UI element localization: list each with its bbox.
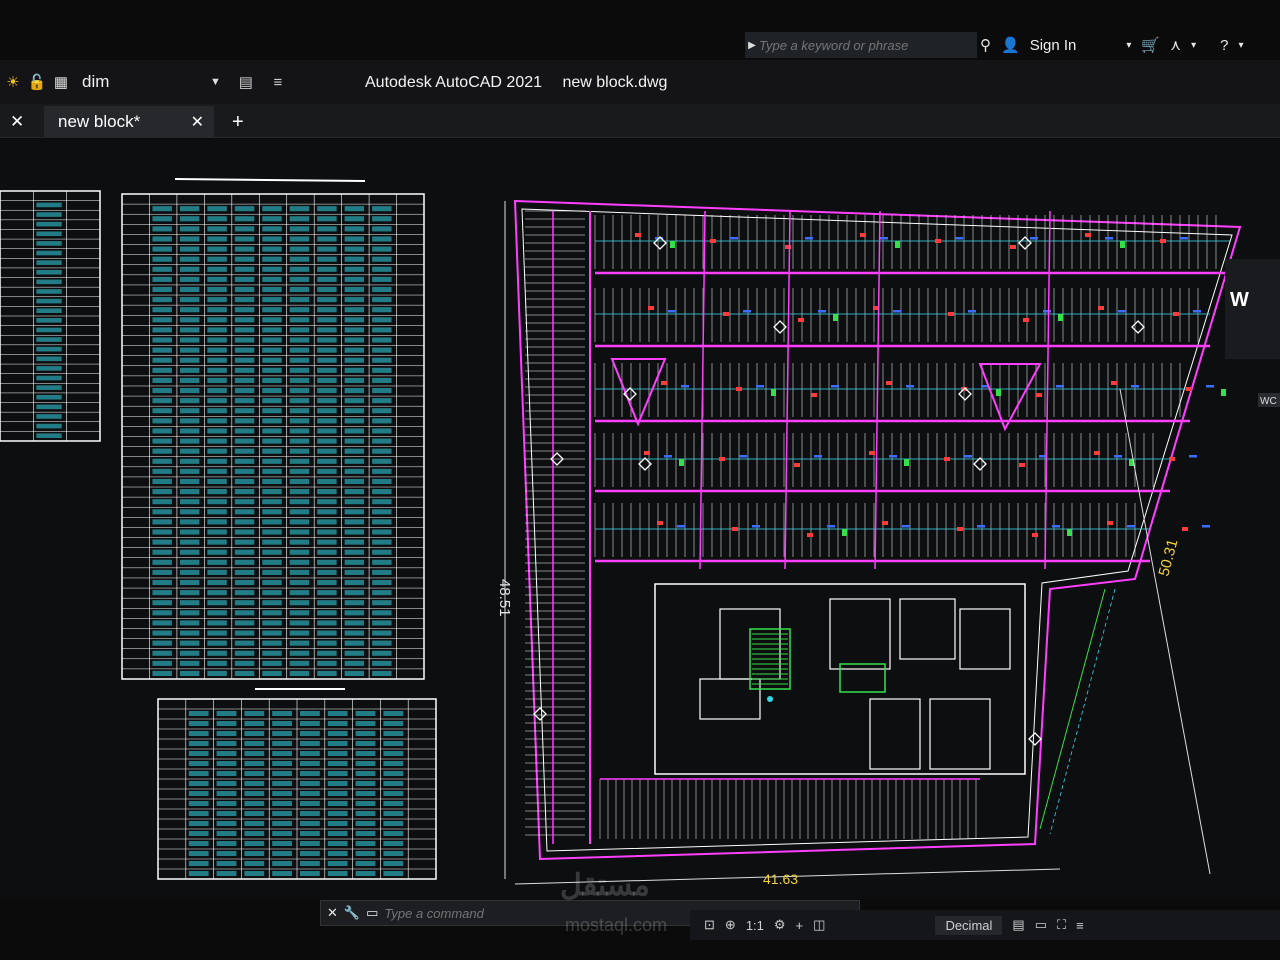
dimension-lines: 48.51 50.31 41.63 bbox=[496, 201, 1211, 887]
properties-icon[interactable]: ▤ bbox=[1012, 917, 1024, 933]
quick-access-toolbar: ☀ 🔓 ▦ dim ▼ ▤ ≡ bbox=[0, 72, 287, 92]
window-title: Autodesk AutoCAD 2021 new block.dwg bbox=[365, 74, 683, 92]
watermark-url: mostaql.com bbox=[565, 915, 668, 935]
units-selector[interactable]: Decimal bbox=[935, 915, 1003, 935]
close-icon[interactable]: ✕ bbox=[10, 106, 24, 138]
column-line bbox=[784, 210, 791, 570]
column-marker bbox=[1028, 732, 1042, 746]
view-cube[interactable]: W WC bbox=[1225, 259, 1280, 407]
staircase bbox=[749, 628, 791, 690]
search-expand-icon[interactable]: ▶ bbox=[745, 40, 759, 51]
parking-row bbox=[594, 288, 1210, 348]
file-name: new block.dwg bbox=[562, 74, 668, 91]
add-icon[interactable]: + bbox=[796, 918, 804, 933]
status-bar: ⊡ ⊕ 1:1 ⚙ + ◫ Decimal ▤ ▭ ⛶ ≡ bbox=[690, 910, 1280, 940]
help-icon[interactable]: ? bbox=[1220, 37, 1228, 54]
setback-line bbox=[1049, 588, 1116, 835]
column-marker bbox=[1131, 320, 1145, 334]
drawing-canvas[interactable]: 48.51 50.31 41.63 W WC bbox=[0, 139, 1280, 899]
drawing-area[interactable]: 48.51 50.31 41.63 W WC bbox=[0, 139, 1280, 899]
app-name: Autodesk AutoCAD 2021 bbox=[365, 74, 543, 91]
add-tab-button[interactable]: + bbox=[232, 106, 244, 138]
right-toolbar: ⚲ 👤 Sign In ▾ 🛒 ⋏ ▾ ? ▾ bbox=[980, 36, 1244, 55]
table-title-underline bbox=[174, 178, 366, 182]
fullscreen-icon[interactable]: ⛶ bbox=[1057, 917, 1066, 933]
cart-icon[interactable]: 🛒 bbox=[1141, 36, 1160, 54]
model-space-icon[interactable]: ⊡ bbox=[704, 917, 715, 933]
dimension-bottom: 41.63 bbox=[763, 871, 798, 887]
tab-new-block[interactable]: new block* ✕ bbox=[44, 106, 214, 138]
layer-icon: ▦ bbox=[53, 74, 69, 91]
command-recent-icon[interactable]: ▭ bbox=[366, 905, 378, 921]
customize-icon[interactable]: ≡ bbox=[1076, 918, 1084, 933]
column-marker bbox=[533, 707, 547, 721]
search-icon[interactable]: ⚲ bbox=[980, 36, 991, 54]
dimension-right: 50.31 bbox=[1155, 537, 1181, 578]
workspace-name[interactable]: dim bbox=[82, 72, 202, 92]
wrench-icon[interactable]: 🔧 bbox=[344, 905, 360, 921]
dimension-left: 48.51 bbox=[496, 579, 513, 617]
customize-toolbar-icon[interactable]: ≡ bbox=[269, 73, 287, 91]
workspace-dropdown-icon[interactable]: ▼ bbox=[210, 76, 221, 88]
monitor-icon[interactable]: ▭ bbox=[1035, 917, 1047, 933]
ramp bbox=[610, 358, 667, 427]
parking-row bbox=[594, 433, 1197, 493]
parking-strip-bottom bbox=[599, 778, 980, 839]
ramp bbox=[978, 363, 1042, 432]
parking-row bbox=[594, 503, 1210, 563]
plan-outline bbox=[513, 199, 1242, 861]
keyword-search[interactable]: ▶ bbox=[745, 32, 977, 58]
plan-inner-outline bbox=[521, 208, 1233, 852]
file-tabs: ✕ new block* ✕ + bbox=[0, 104, 1280, 138]
site-boundary-line bbox=[1039, 588, 1106, 830]
search-input[interactable] bbox=[759, 37, 969, 53]
close-tab-icon[interactable]: ✕ bbox=[191, 112, 204, 132]
view-cube-label: W bbox=[1230, 289, 1249, 311]
autodesk-app-icon[interactable]: ⋏ bbox=[1170, 36, 1181, 54]
dropdown-icon[interactable]: ▾ bbox=[1191, 40, 1196, 51]
schedule-table-main bbox=[121, 193, 425, 680]
dropdown-icon[interactable]: ▾ bbox=[1126, 40, 1131, 51]
calculator-icon[interactable]: ▤ bbox=[237, 73, 255, 91]
building-core bbox=[654, 583, 1026, 775]
schedule-table-left bbox=[0, 190, 101, 442]
column-line bbox=[699, 210, 706, 570]
sign-in-link[interactable]: Sign In bbox=[1030, 37, 1077, 54]
column-marker bbox=[1018, 236, 1032, 250]
column-line bbox=[874, 210, 881, 570]
title-bar: ☀ 🔓 ▦ dim ▼ ▤ ≡ Autodesk AutoCAD 2021 ne… bbox=[0, 60, 1280, 104]
column-marker bbox=[973, 457, 987, 471]
tab-label: new block* bbox=[58, 112, 141, 131]
schedule-table-bottom bbox=[157, 698, 437, 880]
watermark-logo: مستقل bbox=[560, 869, 650, 902]
parking-row bbox=[594, 363, 1226, 423]
isolate-icon[interactable]: ◫ bbox=[813, 917, 825, 933]
snap-icon[interactable]: ⊕ bbox=[725, 917, 736, 933]
annotation-scale[interactable]: 1:1 bbox=[746, 918, 764, 933]
floor-plan bbox=[513, 199, 1242, 861]
close-icon[interactable]: ✕ bbox=[327, 905, 338, 921]
wcs-label[interactable]: WC bbox=[1260, 396, 1277, 407]
dropdown-icon[interactable]: ▾ bbox=[1238, 40, 1243, 51]
sun-icon[interactable]: ☀ bbox=[4, 73, 22, 91]
column-line bbox=[1044, 210, 1051, 570]
lock-icon[interactable]: 🔓 bbox=[28, 73, 47, 91]
schedule-tables bbox=[0, 178, 437, 880]
user-icon[interactable]: 👤 bbox=[1001, 36, 1020, 54]
gear-icon[interactable]: ⚙ bbox=[774, 917, 786, 933]
